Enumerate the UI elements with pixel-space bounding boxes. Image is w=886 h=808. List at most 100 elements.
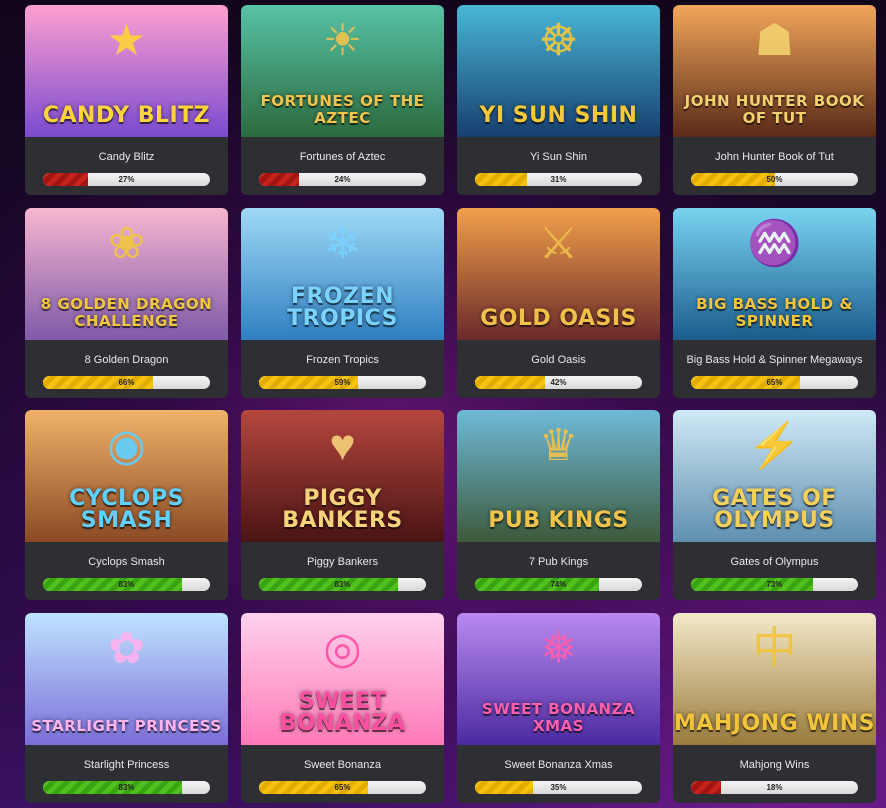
- lollipop-icon: ◎: [323, 624, 362, 673]
- cowboy-hat-icon: ☗: [754, 16, 795, 65]
- rtp-percent-label: 74%: [550, 580, 567, 589]
- rtp-progress-bar: 65%: [259, 781, 426, 794]
- rtp-percent-label: 24%: [334, 175, 351, 184]
- fish-icon: ♒: [747, 219, 802, 268]
- game-card[interactable]: ❀ 8 GOLDEN DRAGON CHALLENGE 8 Golden Drago…: [25, 208, 228, 398]
- game-thumbnail[interactable]: ❀ 8 GOLDEN DRAGON CHALLENGE: [25, 208, 228, 340]
- game-title: Gold Oasis: [531, 354, 586, 366]
- game-title: Starlight Princess: [83, 759, 170, 771]
- game-thumbnail[interactable]: ✿ STARLIGHT PRINCESS: [25, 613, 228, 745]
- game-title: Sweet Bonanza: [303, 759, 382, 771]
- game-title: John Hunter Book of Tut: [715, 151, 834, 163]
- game-logo: STARLIGHT PRINCESS: [31, 717, 222, 735]
- dragon-icon: ❀: [108, 219, 145, 268]
- rtp-percent-label: 59%: [334, 378, 351, 387]
- game-title: Cyclops Smash: [88, 556, 165, 568]
- game-title: 7 Pub Kings: [528, 556, 589, 568]
- game-logo: FORTUNES OF THE AZTEC: [260, 92, 425, 127]
- rtp-percent-label: 50%: [766, 175, 783, 184]
- game-grid: ★ CANDY BLITZ Candy Blitz 27% ☀ FORTUNES OF T…: [0, 0, 886, 808]
- rtp-percent-label: 65%: [334, 783, 351, 792]
- rtp-progress-bar: 18%: [691, 781, 858, 794]
- game-logo: BIG BASS HOLD & SPINNER: [696, 295, 853, 330]
- rtp-progress-bar: 50%: [691, 173, 858, 186]
- game-thumbnail[interactable]: ♛ PUB KINGS: [457, 410, 660, 542]
- game-card[interactable]: ⚡ GATES OF OLYMPUS Gates of Olympus 73%: [673, 410, 876, 600]
- cyclops-icon: ◉: [107, 421, 146, 470]
- game-thumbnail[interactable]: ♒ BIG BASS HOLD & SPINNER: [673, 208, 876, 340]
- rtp-percent-label: 83%: [334, 580, 351, 589]
- game-title: 8 Golden Dragon: [84, 354, 169, 366]
- rtp-percent-label: 83%: [118, 580, 135, 589]
- game-card[interactable]: ♒ BIG BASS HOLD & SPINNER Big Bass Hold & …: [673, 208, 876, 398]
- game-thumbnail[interactable]: ◎ SWEET BONANZA: [241, 613, 444, 745]
- rtp-progress-bar: 42%: [475, 376, 642, 389]
- rtp-progress-bar: 74%: [475, 578, 642, 591]
- ship-wheel-icon: ☸: [538, 16, 579, 65]
- game-card[interactable]: ⚔ GOLD OASIS Gold Oasis 42%: [457, 208, 660, 398]
- rtp-percent-label: 65%: [766, 378, 783, 387]
- penguin-icon: ❄: [324, 219, 361, 268]
- pig-icon: ♥: [329, 421, 356, 470]
- rtp-progress-bar: 83%: [259, 578, 426, 591]
- game-logo: JOHN HUNTER BOOK OF TUT: [684, 92, 865, 127]
- game-logo: PIGGY BANKERS: [282, 486, 403, 533]
- game-logo: SWEET BONANZA XMAS: [481, 700, 636, 735]
- game-thumbnail[interactable]: ☸ YI SUN SHIN: [457, 5, 660, 137]
- game-title: Fortunes of Aztec: [299, 151, 386, 163]
- game-logo: GATES OF OLYMPUS: [712, 486, 837, 533]
- game-card[interactable]: ★ CANDY BLITZ Candy Blitz 27%: [25, 5, 228, 195]
- game-logo: FROZEN TROPICS: [287, 284, 398, 331]
- game-thumbnail[interactable]: 中 MAHJONG WINS: [673, 613, 876, 745]
- game-thumbnail[interactable]: ⚡ GATES OF OLYMPUS: [673, 410, 876, 542]
- candy-icon: ★: [106, 16, 147, 65]
- mahjong-tile-icon: 中: [752, 624, 797, 673]
- game-logo: CANDY BLITZ: [42, 103, 211, 128]
- rtp-progress-bar: 59%: [259, 376, 426, 389]
- rtp-percent-label: 73%: [766, 580, 783, 589]
- game-thumbnail[interactable]: ❅ SWEET BONANZA XMAS: [457, 613, 660, 745]
- game-logo: YI SUN SHIN: [479, 103, 638, 128]
- rtp-progress-bar: 73%: [691, 578, 858, 591]
- rtp-progress-bar: 31%: [475, 173, 642, 186]
- game-title: Mahjong Wins: [739, 759, 810, 771]
- game-card[interactable]: ♛ PUB KINGS 7 Pub Kings 74%: [457, 410, 660, 600]
- game-thumbnail[interactable]: ◉ CYCLOPS SMASH: [25, 410, 228, 542]
- candy-cane-icon: ❅: [540, 624, 577, 673]
- game-thumbnail[interactable]: ⚔ GOLD OASIS: [457, 208, 660, 340]
- rtp-percent-label: 42%: [550, 378, 567, 387]
- game-card[interactable]: ☸ YI SUN SHIN Yi Sun Shin 31%: [457, 5, 660, 195]
- rtp-progress-bar: 35%: [475, 781, 642, 794]
- viking-icon: ♛: [538, 421, 579, 470]
- game-card[interactable]: ☀ FORTUNES OF THE AZTEC Fortunes of Aztec 2…: [241, 5, 444, 195]
- game-title: Frozen Tropics: [306, 354, 379, 366]
- game-card[interactable]: ✿ STARLIGHT PRINCESS Starlight Princess 83%: [25, 613, 228, 803]
- game-thumbnail[interactable]: ★ CANDY BLITZ: [25, 5, 228, 137]
- game-thumbnail[interactable]: ☀ FORTUNES OF THE AZTEC: [241, 5, 444, 137]
- game-title: Sweet Bonanza Xmas: [504, 759, 613, 771]
- game-card[interactable]: ◉ CYCLOPS SMASH Cyclops Smash 83%: [25, 410, 228, 600]
- rtp-progress-bar: 83%: [43, 781, 210, 794]
- game-logo: PUB KINGS: [488, 508, 629, 533]
- feather-headdress-icon: ☀: [322, 16, 363, 65]
- game-card[interactable]: ♥ PIGGY BANKERS Piggy Bankers 83%: [241, 410, 444, 600]
- game-thumbnail[interactable]: ❄ FROZEN TROPICS: [241, 208, 444, 340]
- game-card[interactable]: ❅ SWEET BONANZA XMAS Sweet Bonanza Xmas 35%: [457, 613, 660, 803]
- game-logo: CYCLOPS SMASH: [69, 486, 184, 533]
- game-thumbnail[interactable]: ☗ JOHN HUNTER BOOK OF TUT: [673, 5, 876, 137]
- game-card[interactable]: 中 MAHJONG WINS Mahjong Wins 18%: [673, 613, 876, 803]
- game-card[interactable]: ☗ JOHN HUNTER BOOK OF TUT John Hunter Book…: [673, 5, 876, 195]
- game-logo: GOLD OASIS: [480, 306, 637, 331]
- game-card[interactable]: ◎ SWEET BONANZA Sweet Bonanza 65%: [241, 613, 444, 803]
- game-card[interactable]: ❄ FROZEN TROPICS Frozen Tropics 59%: [241, 208, 444, 398]
- rtp-percent-label: 83%: [118, 783, 135, 792]
- rtp-percent-label: 18%: [766, 783, 783, 792]
- rtp-progress-bar: 24%: [259, 173, 426, 186]
- game-logo: SWEET BONANZA: [279, 689, 406, 736]
- game-title: Gates of Olympus: [730, 556, 819, 568]
- rtp-progress-bar: 83%: [43, 578, 210, 591]
- rtp-progress-bar: 66%: [43, 376, 210, 389]
- rtp-percent-label: 66%: [118, 378, 135, 387]
- game-thumbnail[interactable]: ♥ PIGGY BANKERS: [241, 410, 444, 542]
- rtp-progress-bar: 65%: [691, 376, 858, 389]
